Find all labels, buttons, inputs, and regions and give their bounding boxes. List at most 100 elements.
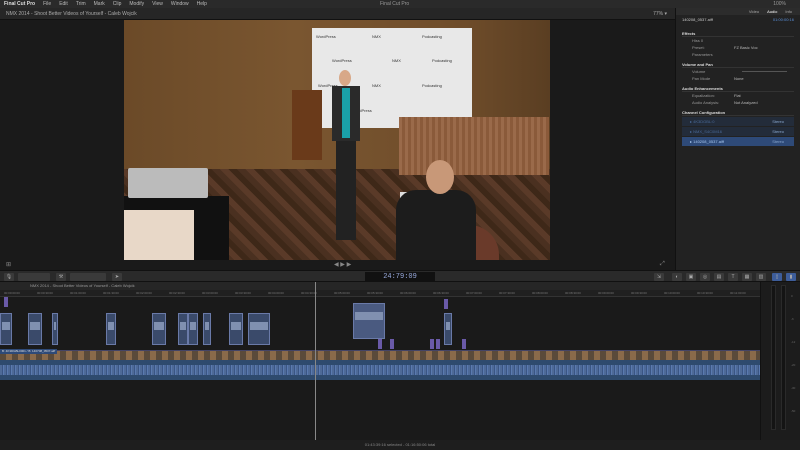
connected-clip[interactable] [444,313,452,345]
connected-clip[interactable] [0,313,12,345]
preset-label: Preset: [692,45,705,50]
connected-clip[interactable] [178,313,188,345]
connected-clip[interactable] [229,313,243,345]
connected-clip[interactable] [4,297,8,307]
channel-header[interactable]: Channel Configuration [682,109,794,116]
preset-row[interactable]: Preset: FZ Basic Voc [682,44,794,51]
effect-row[interactable]: Hiss 0 [682,37,794,44]
connected-clip[interactable] [444,299,448,309]
menu-file[interactable]: File [43,0,51,8]
tab-audio[interactable]: Audio [767,8,777,15]
eq-value[interactable]: Flat [734,92,741,99]
timeline-ruler[interactable]: 00:00:00:00 00:00:30:00 00:01:00:00 00:0… [0,290,760,297]
analysis-row[interactable]: Audio Analysis: Not Analyzed [682,99,794,106]
tab-info[interactable]: Info [785,8,792,15]
ruler-tick: 00:08:00:00 [532,291,548,295]
solo-icon[interactable]: ◎ [700,273,710,281]
playhead[interactable] [315,282,316,440]
timeline-header: NMX 2014 - Shoot Better Videos of Yourse… [0,282,760,290]
battery-status: 100% [773,1,786,7]
eq-row[interactable]: Equalization: Flat [682,92,794,99]
arrow-tool-icon[interactable]: ➤ [112,273,122,281]
connected-clip[interactable] [430,339,434,349]
backdrop-logo: Podcasting [432,58,452,63]
effects-header[interactable]: Effects [682,30,794,37]
channel-name: ▸ 140208_0537.aiff [690,139,724,144]
channel-name: ▸ 4K3DGBL:0 [690,119,715,124]
analysis-label: Audio Analysis: [692,100,720,105]
enhancements-section: Audio Enhancements Equalization: Flat Aud… [676,85,800,106]
channel-state[interactable]: Stereo [772,137,784,146]
channel-row[interactable]: ▸ 140208_0537.aiff Stereo [682,137,794,146]
menu-bar: Final Cut Pro File Edit Trim Mark Clip M… [0,0,800,8]
primary-storyline[interactable] [0,350,760,360]
pan-value[interactable]: None [734,75,744,82]
menu-clip[interactable]: Clip [113,0,122,8]
channel-row[interactable]: ▸ 4K3DGBL:0 Stereo [682,117,794,126]
transform-icon[interactable]: ⇲ [654,273,664,281]
menu-view[interactable]: View [152,0,163,8]
menu-help[interactable]: Help [197,0,207,8]
pan-row[interactable]: Pan Mode None [682,75,794,82]
microphone-icon[interactable]: 🎙 [4,273,14,281]
parameters-label: Parameters [692,52,713,57]
channel-state[interactable]: Stereo [772,127,784,136]
menu-modify[interactable]: Modify [129,0,144,8]
channel-name: ▸ NMX_S4C0M16 [690,129,723,134]
parameters-row[interactable]: Parameters [682,51,794,58]
connected-clip[interactable] [106,313,116,345]
connected-clip[interactable] [462,339,466,349]
timeline[interactable]: B: 4K3DGBL0001 / B: 140708_0537.aiff [0,297,760,440]
app-menu[interactable]: Final Cut Pro [4,0,35,8]
ruler-tick: 00:00:30:00 [37,291,53,295]
ruler-tick: 00:01:30:00 [103,291,119,295]
timeline-toolbar: 🎙 ⚒ ➤ 24:79:09 ⇲ ◐ ▣ ◎ ▤ T ▦ ▥ ▯ ▮ [0,270,800,282]
project-name: NMX 2014 - Shoot Better Videos of Yourse… [30,283,135,288]
zoom-select[interactable]: 77% ▾ [653,8,667,20]
titles-browser-icon[interactable]: T [728,273,738,281]
timecode-display[interactable]: 24:79:09 [365,272,435,282]
menu-trim[interactable]: Trim [76,0,86,8]
menu-window[interactable]: Window [171,0,189,8]
audio-skimming-icon[interactable]: ▣ [686,273,696,281]
channel-row[interactable]: ▸ NMX_S4C0M16 Stereo [682,127,794,136]
connected-clip[interactable] [188,313,198,345]
enhancements-header[interactable]: Audio Enhancements [682,85,794,92]
clip-appearance-button[interactable] [18,273,50,281]
connected-clip[interactable] [28,313,42,345]
ruler-tick: 00:03:00:00 [202,291,218,295]
connected-clip[interactable] [52,313,58,345]
menu-edit[interactable]: Edit [59,0,68,8]
ruler-tick: 00:09:00:00 [598,291,614,295]
edit-buttons[interactable] [70,273,106,281]
volume-slider[interactable] [742,71,787,72]
connected-clip[interactable] [203,313,211,345]
connected-clip[interactable] [390,339,394,349]
viewer-title: NMX 2014 - Shoot Better Videos of Yourse… [6,11,137,17]
fullscreen-icon[interactable]: ⤢ [660,261,665,268]
connected-clip[interactable] [353,303,385,339]
connected-clip[interactable] [436,339,440,349]
themes-icon[interactable]: ▥ [756,273,766,281]
snapping-icon[interactable]: ◐ [672,273,682,281]
effects-browser-icon[interactable]: ▤ [714,273,724,281]
connected-clip[interactable] [248,313,270,345]
connected-clip[interactable] [378,339,382,349]
ruler-tick: 00:08:30:00 [565,291,581,295]
generators-icon[interactable]: ▦ [742,273,752,281]
tool-icon[interactable]: ⚒ [56,273,66,281]
preset-value[interactable]: FZ Basic Voc [734,44,758,51]
tab-video[interactable]: Video [749,8,759,15]
channel-state[interactable]: Stereo [772,117,784,126]
play-button[interactable]: ◀ ▶ ▶ [334,261,351,268]
connected-clip[interactable] [152,313,166,345]
view-options-icon[interactable]: ⊞ [6,261,11,268]
menu-mark[interactable]: Mark [94,0,105,8]
library-toggle-icon[interactable]: ▮ [786,273,796,281]
ruler-tick: 00:06:00:00 [400,291,416,295]
viewer-controls: ⊞ ◀ ▶ ▶ ⤢ [0,260,675,270]
volume-header[interactable]: Volume and Pan [682,61,794,68]
analysis-value: Not Analyzed [734,100,758,105]
meters-toggle-icon[interactable]: ▯ [772,273,782,281]
volume-row[interactable]: Volume [682,68,794,75]
